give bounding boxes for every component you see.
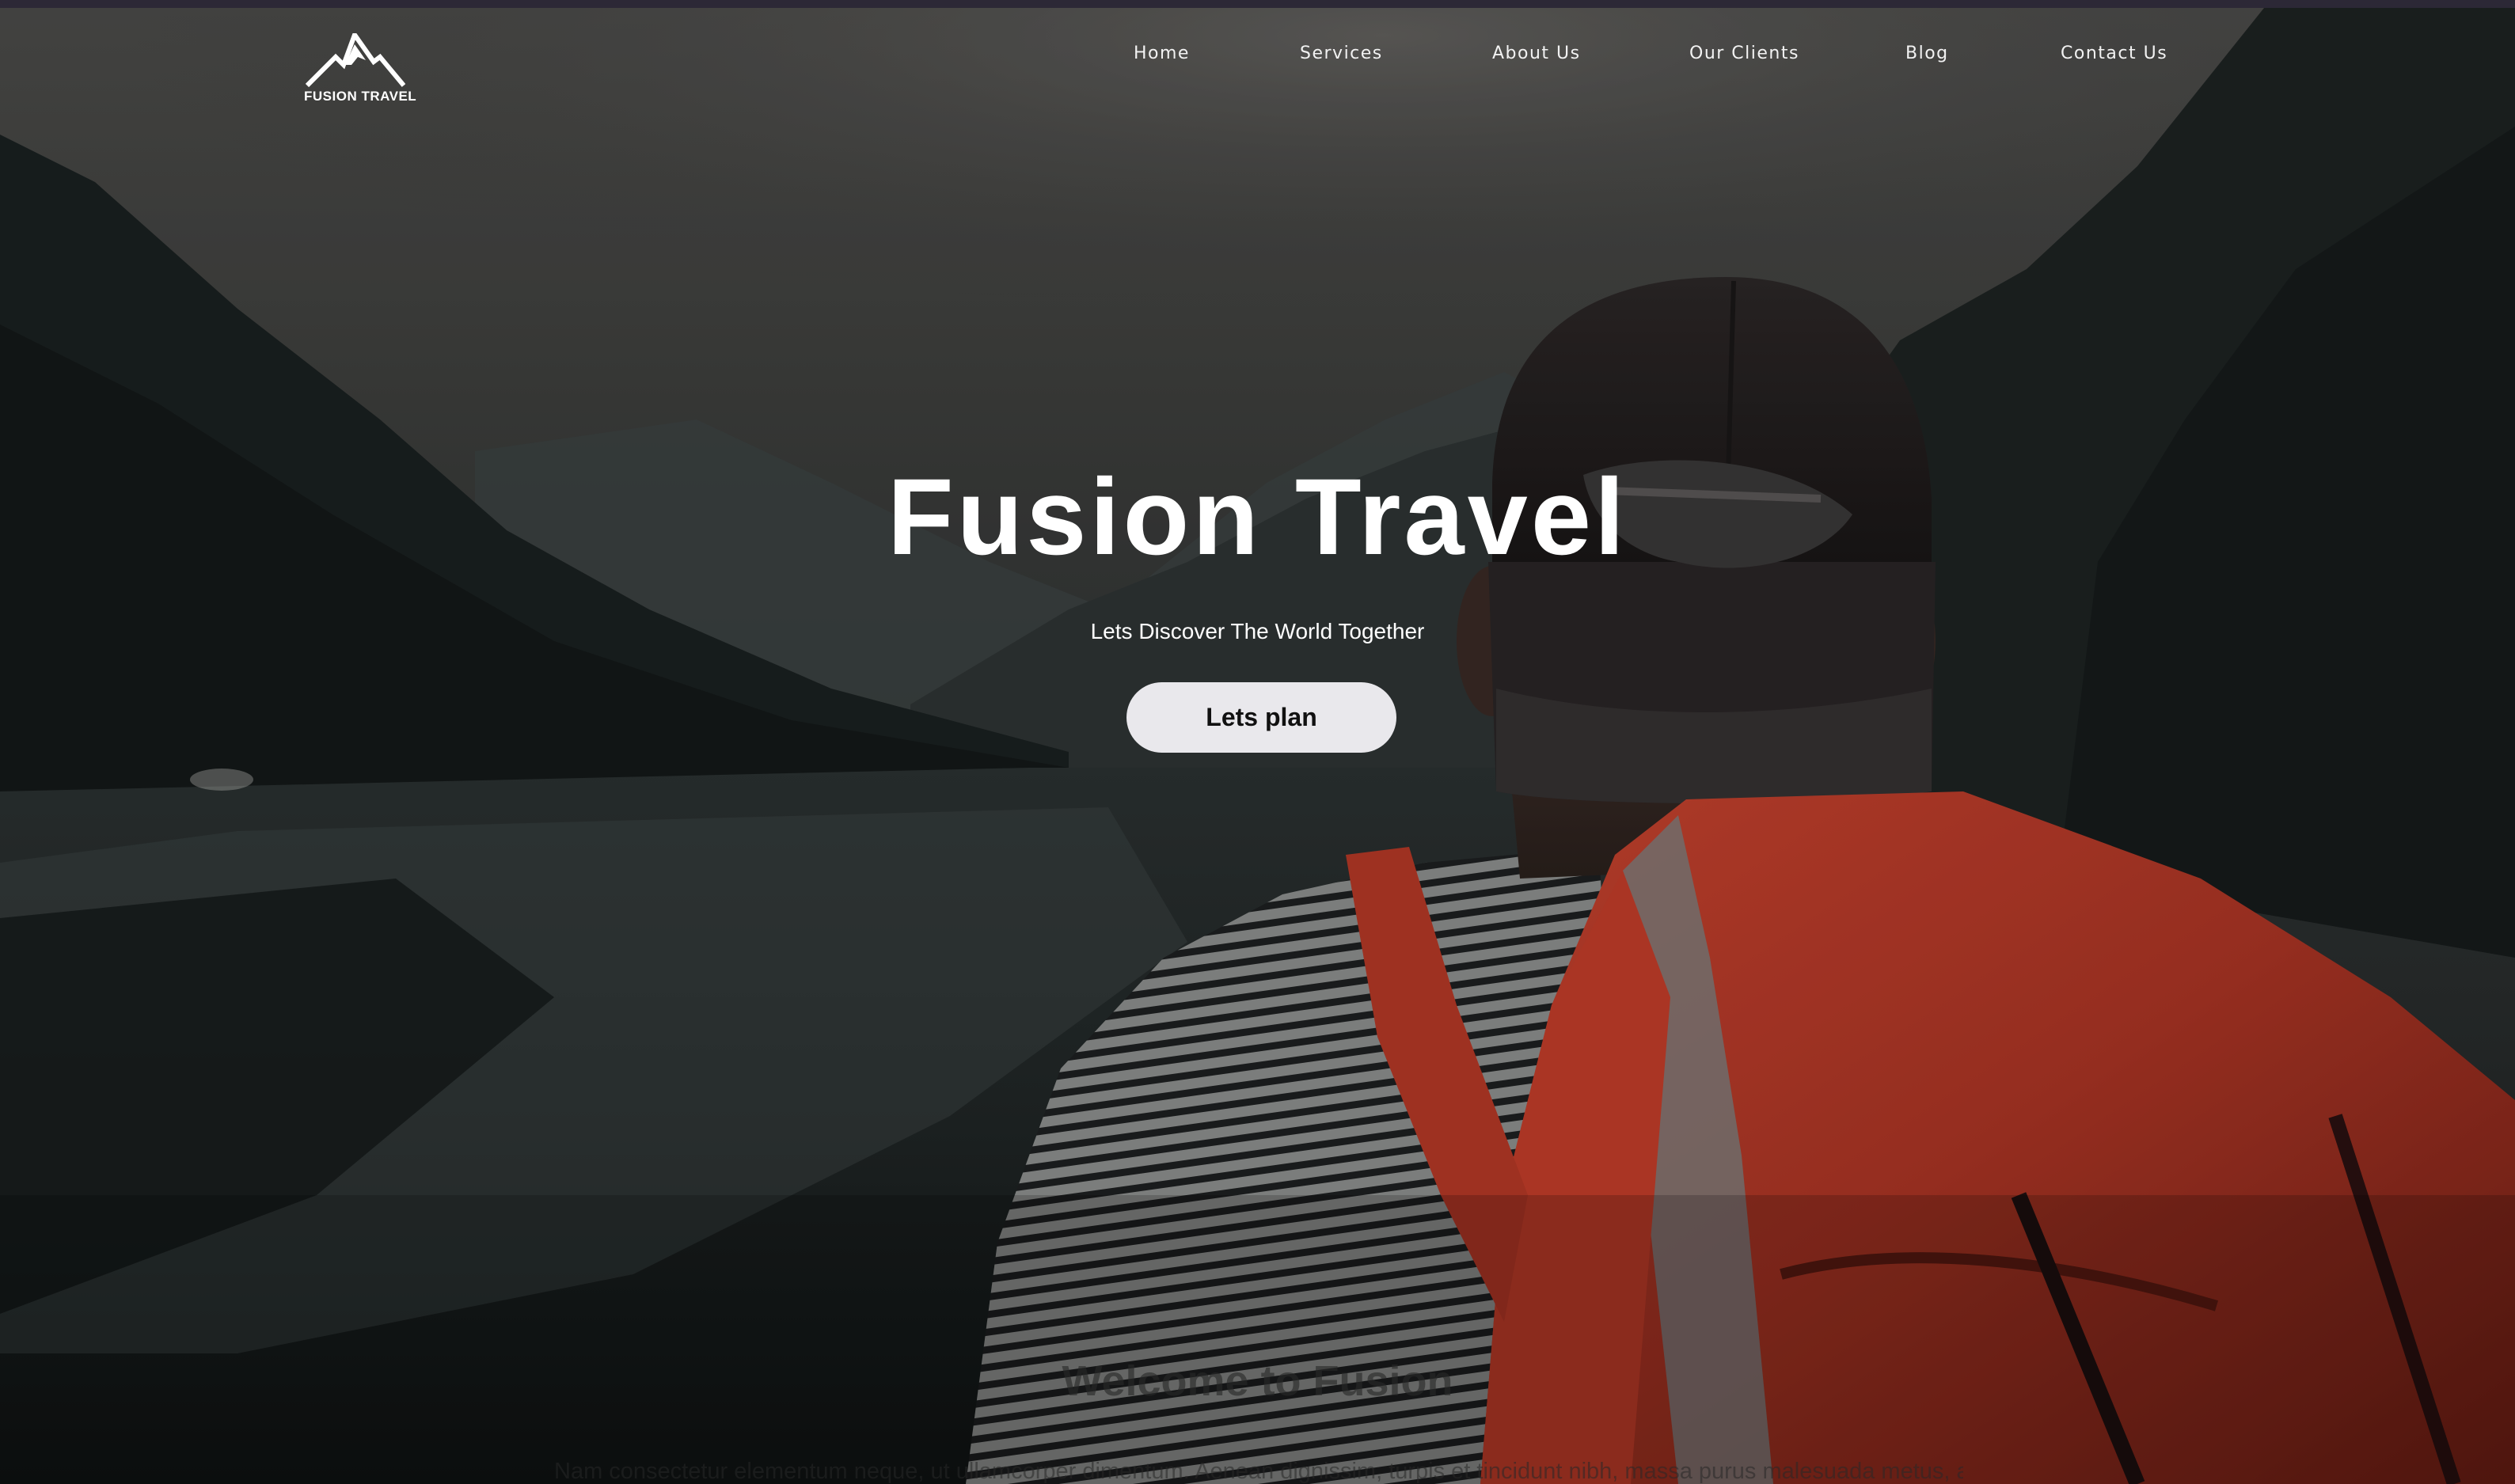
welcome-heading: Welcome to Fusion <box>1062 1357 1453 1405</box>
navbar: FUSION TRAVEL Home Services About Us Our… <box>0 8 2515 127</box>
welcome-text: Nam consectetur elementum neque, ut ulla… <box>554 1459 1963 1484</box>
browser-top-strip <box>0 0 2515 8</box>
nav-link-about-us[interactable]: About Us <box>1492 44 1581 63</box>
nav-link-our-clients[interactable]: Our Clients <box>1689 44 1799 63</box>
logo-text: FUSION TRAVEL <box>304 89 417 104</box>
nav-link-services[interactable]: Services <box>1300 44 1383 63</box>
logo[interactable]: FUSION TRAVEL <box>304 33 417 112</box>
nav-link-home[interactable]: Home <box>1134 44 1190 63</box>
hero-title: Fusion Travel <box>887 457 1628 578</box>
nav-link-blog[interactable]: Blog <box>1905 44 1949 63</box>
hero-subtitle: Lets Discover The World Together <box>1090 619 1425 643</box>
mountain-logo-icon <box>306 33 405 88</box>
nav-link-contact-us[interactable]: Contact Us <box>2061 44 2167 63</box>
lets-plan-button[interactable]: Lets plan <box>1126 682 1396 753</box>
page: FUSION TRAVEL Home Services About Us Our… <box>0 0 2515 1484</box>
